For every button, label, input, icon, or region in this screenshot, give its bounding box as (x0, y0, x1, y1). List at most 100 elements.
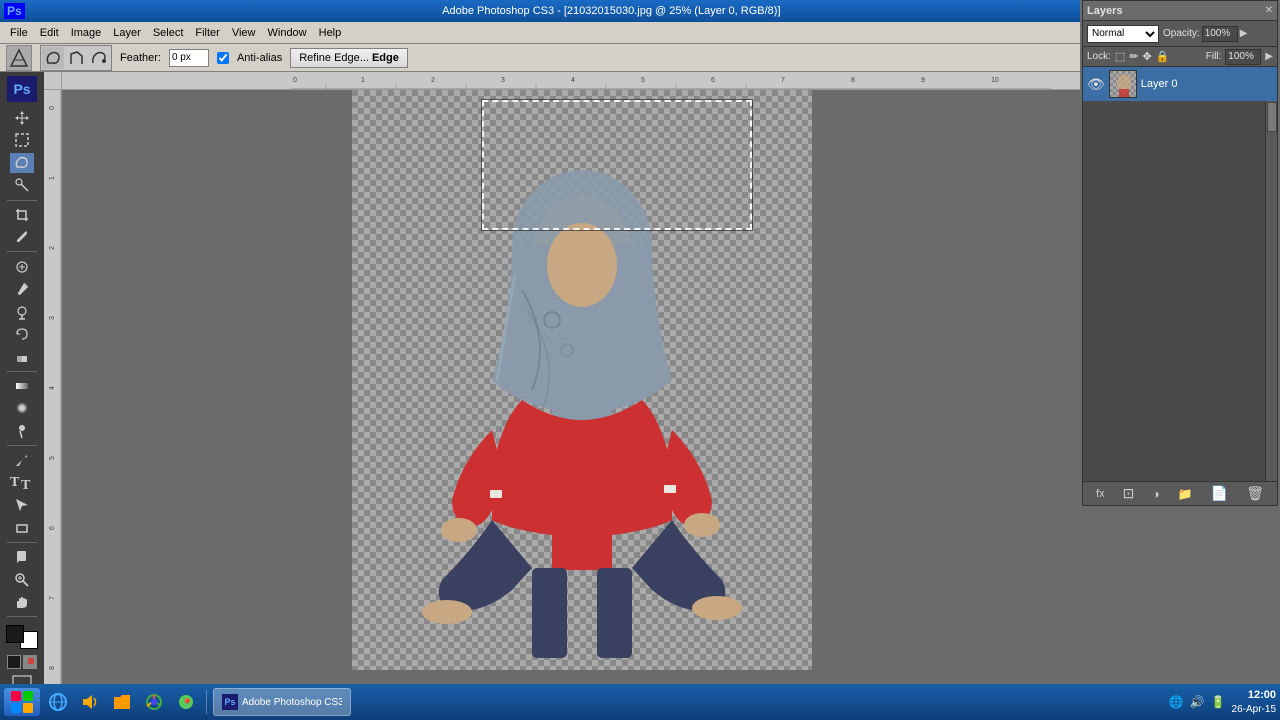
layer-name[interactable]: Layer 0 (1141, 78, 1178, 90)
dodge-tool[interactable] (10, 421, 34, 442)
history-brush-tool[interactable] (10, 324, 34, 345)
panel-title-close-icon[interactable]: ✕ (1265, 5, 1273, 16)
menu-help[interactable]: Help (313, 25, 348, 41)
pen-tool[interactable] (10, 450, 34, 471)
layer-adjustment-button[interactable]: ◑ (1152, 487, 1159, 501)
foreground-color[interactable] (6, 625, 24, 643)
svg-text:2: 2 (431, 77, 435, 84)
layers-scroll-thumb[interactable] (1267, 102, 1277, 132)
menu-filter[interactable]: Filter (189, 25, 225, 41)
app4-icon[interactable]: 📍 (172, 688, 200, 716)
text-tool[interactable]: T T (10, 473, 34, 494)
opacity-arrow-icon[interactable]: ▶ (1240, 28, 1248, 39)
lasso-normal-icon[interactable] (42, 47, 64, 69)
taskbar: 📍 Ps Adobe Photoshop CS3 🌐 🔊 🔋 12:00 26-… (0, 684, 1280, 720)
fill-arrow-icon[interactable]: ▶ (1265, 51, 1273, 62)
chrome-icon[interactable] (140, 688, 168, 716)
standard-mode-icon[interactable] (7, 655, 21, 669)
ps-logo: Ps (7, 76, 37, 102)
photoshop-task-label: Adobe Photoshop CS3 (242, 697, 342, 708)
magic-wand-tool[interactable] (10, 175, 34, 196)
brush-tool[interactable] (10, 279, 34, 300)
menu-image[interactable]: Image (65, 25, 108, 41)
main-area: Ps (0, 72, 1280, 698)
lock-transparent-icon[interactable]: ⬚ (1115, 50, 1125, 63)
blend-mode-select[interactable]: Normal Multiply Screen Overlay (1087, 25, 1159, 43)
taskbar-separator (206, 690, 207, 714)
lasso-tool[interactable] (10, 153, 34, 174)
lock-image-icon[interactable]: ✏ (1129, 50, 1138, 63)
rectangle-select-tool[interactable] (10, 130, 34, 151)
opacity-input[interactable] (1202, 26, 1238, 42)
lock-all-icon[interactable]: 🔒 (1156, 50, 1170, 63)
fill-input[interactable] (1225, 49, 1261, 65)
layer-new-button[interactable]: 📄 (1211, 485, 1228, 502)
ie-icon[interactable] (44, 688, 72, 716)
healing-brush-tool[interactable] (10, 256, 34, 277)
layer-fx-button[interactable]: fx (1096, 488, 1105, 500)
start-button[interactable] (4, 688, 40, 716)
svg-text:T: T (21, 478, 31, 491)
clone-stamp-tool[interactable] (10, 301, 34, 322)
eyedropper-tool[interactable] (10, 227, 34, 248)
layer-visibility-icon[interactable]: 👁 (1087, 76, 1105, 93)
folder-icon[interactable] (108, 688, 136, 716)
left-gray-panel (62, 90, 352, 698)
move-tool[interactable] (10, 108, 34, 129)
svg-text:10: 10 (991, 77, 999, 84)
menu-window[interactable]: Window (262, 25, 313, 41)
layer-group-button[interactable]: 📁 (1178, 487, 1193, 501)
menu-layer[interactable]: Layer (107, 25, 147, 41)
photoshop-taskbar-button[interactable]: Ps Adobe Photoshop CS3 (213, 688, 351, 716)
svg-text:7: 7 (49, 596, 56, 600)
notes-tool[interactable] (10, 547, 34, 568)
svg-text:6: 6 (711, 77, 715, 84)
crop-tool[interactable] (10, 204, 34, 225)
zoom-tool[interactable] (10, 569, 34, 590)
lock-position-icon[interactable]: ✥ (1143, 50, 1152, 63)
ps-app-icon: Ps (4, 3, 25, 19)
color-picker[interactable] (6, 625, 38, 649)
layer-0-row[interactable]: 👁 Layer 0 (1083, 67, 1277, 101)
svg-text:6: 6 (49, 526, 56, 530)
volume-icon[interactable] (76, 688, 104, 716)
clock-area[interactable]: 12:00 26-Apr-15 (1232, 688, 1276, 715)
svg-text:0: 0 (49, 106, 56, 110)
svg-text:3: 3 (49, 316, 56, 320)
tool-preset-icon[interactable] (6, 45, 32, 71)
feather-label: Feather: (120, 52, 161, 64)
quick-mask-icon[interactable] (23, 655, 37, 669)
system-tray: 🌐 🔊 🔋 12:00 26-Apr-15 (1169, 688, 1276, 715)
ruler-corner (44, 72, 62, 90)
svg-text:📍: 📍 (181, 697, 193, 710)
blur-tool[interactable] (10, 398, 34, 419)
path-select-tool[interactable] (10, 495, 34, 516)
menu-file[interactable]: File (4, 25, 34, 41)
refine-edge-button[interactable]: Refine Edge... Edge (290, 48, 408, 68)
layers-blend-opacity: Normal Multiply Screen Overlay Opacity: … (1083, 21, 1277, 47)
layer-thumbnail (1109, 70, 1137, 98)
svg-text:0: 0 (293, 77, 297, 84)
battery-icon[interactable]: 🔋 (1211, 695, 1226, 709)
gradient-tool[interactable] (10, 376, 34, 397)
canvas-background (352, 90, 812, 670)
volume-tray-icon[interactable]: 🔊 (1190, 695, 1205, 709)
lasso-polygon-icon[interactable] (65, 47, 87, 69)
eraser-tool[interactable] (10, 346, 34, 367)
time-display: 12:00 (1232, 688, 1276, 702)
layers-panel: Layers ✕ Normal Multiply Screen Overlay … (1082, 0, 1278, 506)
layers-vscroll[interactable] (1265, 101, 1277, 481)
feather-input[interactable] (169, 49, 209, 67)
lasso-magnetic-icon[interactable] (88, 47, 110, 69)
layer-delete-button[interactable]: 🗑 (1246, 485, 1264, 502)
layer-mask-button[interactable]: ⊡ (1123, 485, 1135, 502)
network-icon[interactable]: 🌐 (1169, 695, 1184, 709)
menu-edit[interactable]: Edit (34, 25, 65, 41)
svg-text:1: 1 (361, 77, 365, 84)
menu-view[interactable]: View (226, 25, 262, 41)
menu-select[interactable]: Select (147, 25, 190, 41)
antialias-checkbox[interactable] (217, 52, 229, 64)
layer-bottom-bar: fx ⊡ ◑ 📁 📄 🗑 (1083, 481, 1277, 505)
shape-tool[interactable] (10, 518, 34, 539)
hand-tool[interactable] (10, 592, 34, 613)
